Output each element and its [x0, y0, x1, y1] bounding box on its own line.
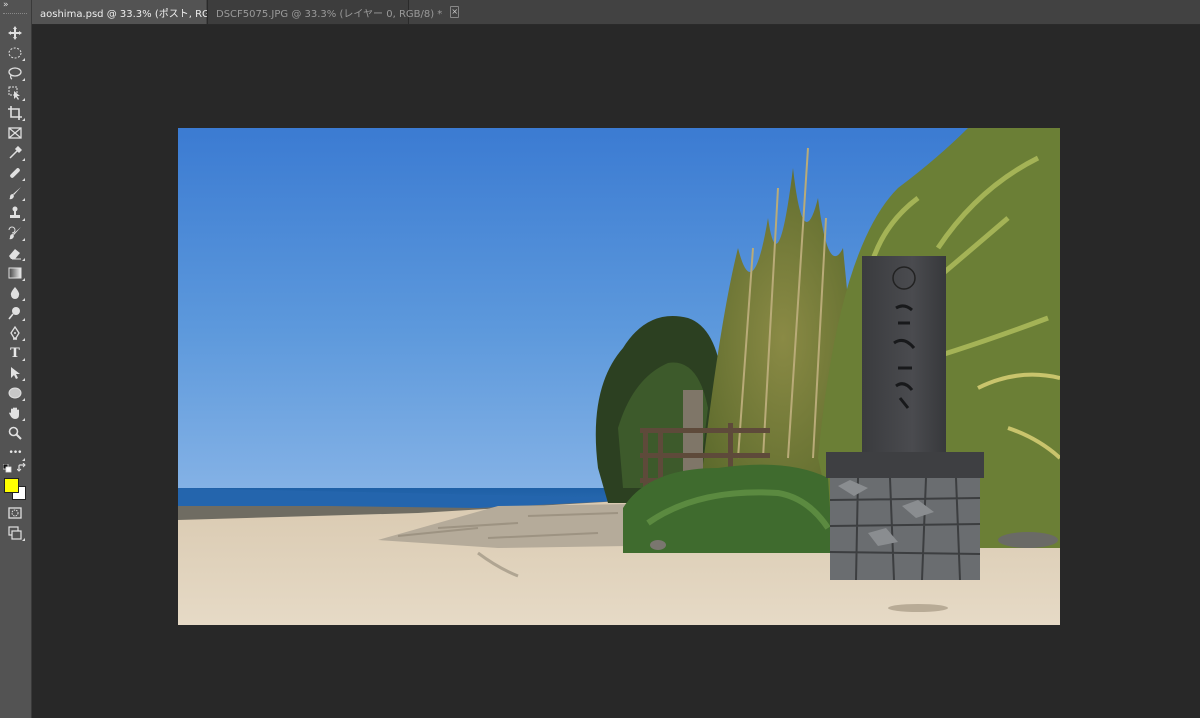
seaside-shrine-photo	[178, 128, 1060, 625]
collapse-panel-icon[interactable]: »	[3, 0, 8, 10]
move-tool[interactable]	[4, 24, 26, 42]
foreground-color-swatch[interactable]	[4, 478, 19, 493]
brush-icon	[9, 187, 21, 200]
frame-icon	[8, 127, 22, 139]
close-icon[interactable]: ×	[450, 6, 460, 18]
frame-tool[interactable]	[4, 124, 26, 142]
more-icon: •••	[8, 448, 23, 458]
panel-grip[interactable]	[3, 13, 27, 16]
gradient-icon	[8, 267, 22, 279]
history-brush-tool[interactable]	[4, 224, 26, 242]
default-colors-icon[interactable]	[3, 464, 12, 473]
lasso-icon	[8, 67, 22, 80]
document-tab-bar: aoshima.psd @ 33.3% (ポスト, RGB/8) × DSCF5…	[32, 0, 1200, 25]
tools-panel: » T •••	[0, 0, 32, 718]
quick-mask-button[interactable]	[4, 504, 26, 522]
screen-mode-icon	[8, 526, 22, 540]
path-selection-tool[interactable]	[4, 364, 26, 382]
lasso-tool[interactable]	[4, 64, 26, 82]
eraser-tool[interactable]	[4, 244, 26, 262]
blur-drop-icon	[10, 287, 20, 299]
clone-stamp-tool[interactable]	[4, 204, 26, 222]
dodge-icon	[8, 307, 20, 320]
hand-icon	[9, 407, 19, 419]
tab-aoshima-psd[interactable]: aoshima.psd @ 33.3% (ポスト, RGB/8) ×	[32, 0, 246, 24]
path-selection-icon	[11, 367, 20, 379]
ellipse-shape-icon	[8, 387, 22, 399]
tab-label: aoshima.psd @ 33.3% (ポスト, RGB/8)	[40, 8, 231, 20]
tab-label: DSCF5075.JPG @ 33.3% (レイヤー 0, RGB/8) *	[216, 8, 443, 20]
clone-stamp-icon	[10, 206, 20, 218]
move-icon	[8, 26, 22, 40]
elliptical-marquee-icon	[8, 47, 22, 59]
blur-tool[interactable]	[4, 284, 26, 302]
quick-mask-icon	[8, 507, 22, 519]
tab-dscf5075-jpg[interactable]: DSCF5075.JPG @ 33.3% (レイヤー 0, RGB/8) * ×	[207, 0, 460, 24]
zoom-icon	[8, 426, 22, 440]
dodge-tool[interactable]	[4, 304, 26, 322]
pen-icon	[10, 326, 20, 340]
object-selection-icon	[8, 86, 20, 100]
crop-icon	[8, 106, 22, 120]
edit-toolbar[interactable]: •••	[4, 444, 26, 462]
document-canvas[interactable]	[178, 128, 1060, 625]
marquee-tool[interactable]	[4, 44, 26, 62]
type-icon: T	[10, 345, 20, 361]
hand-tool[interactable]	[4, 404, 26, 422]
pen-tool[interactable]	[4, 324, 26, 342]
object-selection-tool[interactable]	[4, 84, 26, 102]
history-brush-icon	[8, 226, 21, 240]
healing-brush-icon	[10, 168, 20, 178]
shape-tool[interactable]	[4, 384, 26, 402]
gradient-tool[interactable]	[4, 264, 26, 282]
crop-tool[interactable]	[4, 104, 26, 122]
eyedropper-icon	[9, 146, 22, 159]
type-tool[interactable]: T	[4, 344, 26, 362]
swap-colors-icon[interactable]	[17, 463, 27, 473]
screen-mode-button[interactable]	[4, 524, 26, 542]
zoom-tool[interactable]	[4, 424, 26, 442]
healing-brush-tool[interactable]	[4, 164, 26, 182]
eyedropper-tool[interactable]	[4, 144, 26, 162]
eraser-icon	[9, 249, 21, 260]
brush-tool[interactable]	[4, 184, 26, 202]
